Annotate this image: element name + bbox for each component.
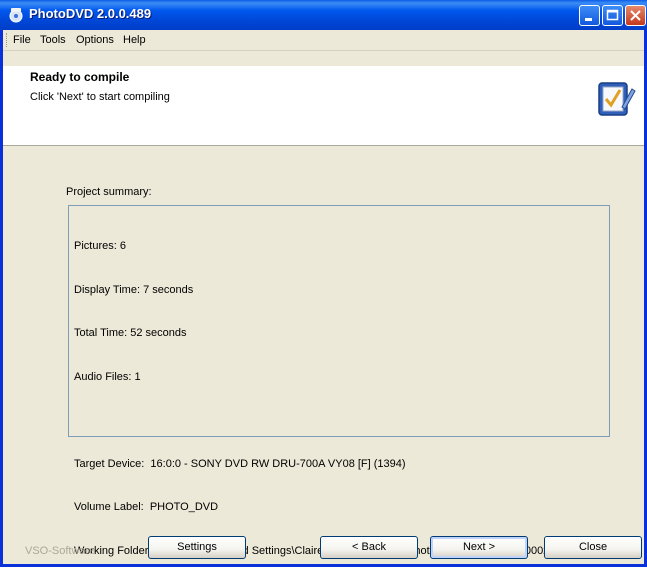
menu-help[interactable]: Help: [123, 34, 146, 46]
project-summary-box: Pictures: 6 Display Time: 7 seconds Tota…: [68, 205, 610, 557]
summary-line: Audio Files: 1: [74, 370, 141, 383]
page-subtitle: Click 'Next' to start compiling: [30, 91, 170, 103]
minimize-button[interactable]: [579, 5, 600, 26]
close-window-button[interactable]: [625, 5, 646, 26]
summary-line: [74, 413, 549, 428]
close-icon: [630, 10, 641, 21]
wizard-header: Ready to compile Click 'Next' to start c…: [3, 66, 644, 146]
next-button-label: Next >: [462, 541, 496, 553]
menu-tools[interactable]: Tools: [40, 34, 66, 46]
checklist-icon: [598, 82, 636, 116]
summary-line: Total Time: 52 seconds: [74, 327, 187, 339]
back-button[interactable]: < Back: [320, 536, 418, 559]
app-icon: [9, 8, 23, 23]
summary-label: Project summary:: [66, 186, 152, 198]
page-title: Ready to compile: [30, 70, 130, 84]
menu-options[interactable]: Options: [76, 34, 114, 46]
maximize-button[interactable]: [602, 5, 623, 26]
settings-button[interactable]: Settings: [148, 536, 246, 559]
summary-line: Pictures: 6: [74, 240, 126, 252]
summary-line: Target Device: 16:0:0 - SONY DVD RW DRU-…: [74, 457, 406, 470]
maximize-icon: [606, 9, 619, 21]
vso-brand-label: VSO-Software: [25, 545, 96, 557]
menu-bar: File Tools Options Help: [3, 30, 644, 51]
window-title: PhotoDVD 2.0.0.489: [29, 6, 152, 21]
menu-grip: [6, 33, 9, 47]
minimize-icon: [585, 18, 592, 21]
summary-line: Display Time: 7 seconds: [74, 283, 194, 296]
summary-text: Pictures: 6 Display Time: 7 seconds Tota…: [74, 210, 549, 587]
back-button-label: < Back: [352, 541, 386, 553]
close-button-label: Close: [578, 541, 608, 553]
title-bar[interactable]: PhotoDVD 2.0.0.489: [0, 0, 647, 30]
summary-line: Volume Label: PHOTO_DVD: [74, 501, 219, 513]
close-button[interactable]: Close: [544, 536, 642, 559]
next-button[interactable]: Next >: [430, 536, 528, 559]
menu-file[interactable]: File: [13, 34, 31, 46]
main-window: PhotoDVD 2.0.0.489 File Tools Options He…: [0, 0, 647, 567]
settings-button-label: Settings: [177, 541, 217, 553]
